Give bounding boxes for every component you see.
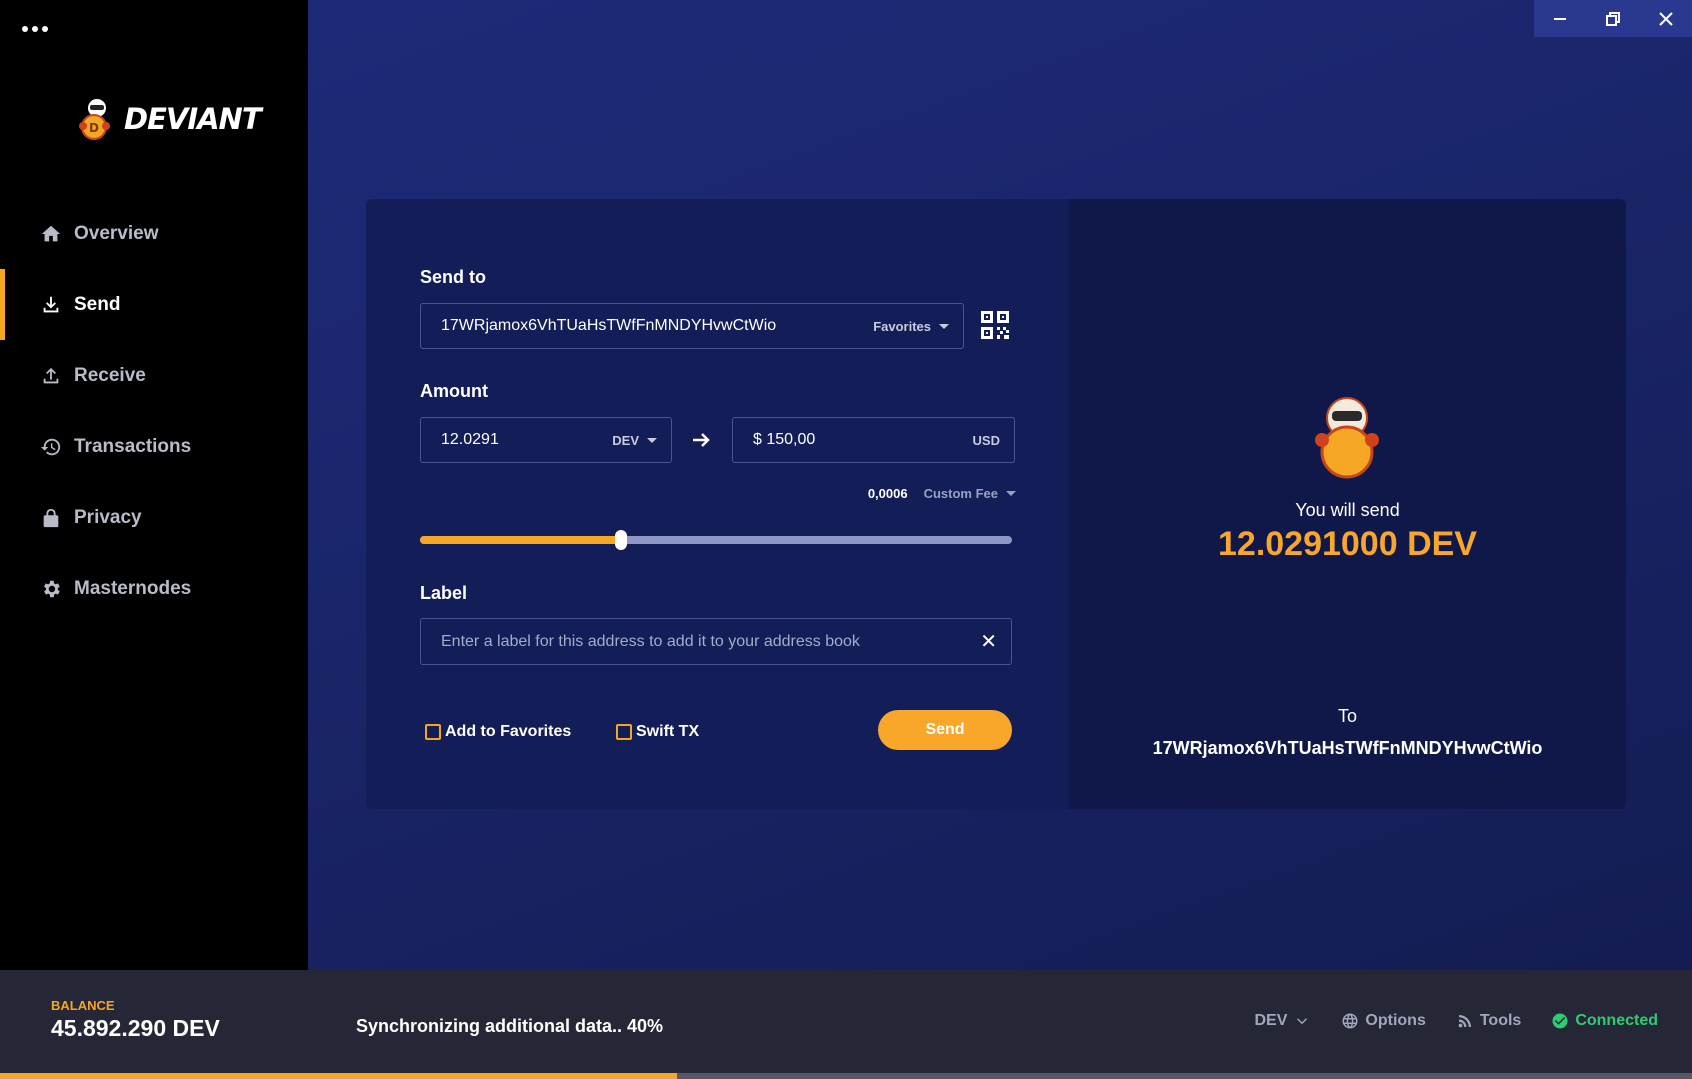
sync-progress-bar xyxy=(0,1073,1692,1079)
fee-mode-label: Custom Fee xyxy=(923,486,998,501)
fee-slider-fill xyxy=(420,536,622,544)
sidebar-item-label: Transactions xyxy=(74,435,192,457)
download-icon xyxy=(40,294,62,316)
sidebar-item-transactions[interactable]: Transactions xyxy=(0,411,308,482)
address-input[interactable]: 17WRjamox6VhTUaHsTWfFnMNDYHvwCtWio Favor… xyxy=(420,303,964,349)
sidebar-item-receive[interactable]: Receive xyxy=(0,340,308,411)
sync-progress-fill xyxy=(0,1073,677,1079)
balance-value: 45.892.290 DEV xyxy=(51,1015,220,1041)
sidebar-item-masternodes[interactable]: Masternodes xyxy=(0,553,308,624)
close-icon[interactable] xyxy=(1639,0,1692,37)
clear-icon[interactable]: ✕ xyxy=(980,632,997,652)
more-menu-icon[interactable] xyxy=(22,22,52,36)
fiat-input[interactable]: $ 150,00 USD xyxy=(732,417,1015,463)
footer-actions: DEV Options Tools Connected xyxy=(1255,1012,1659,1030)
rss-icon xyxy=(1458,1015,1471,1028)
send-amount: 12.0291000 DEV xyxy=(1218,525,1477,563)
globe-icon xyxy=(1342,1013,1358,1029)
qr-code-icon[interactable] xyxy=(980,310,1010,340)
app-logo: D DEVIANT xyxy=(74,94,262,144)
history-icon xyxy=(40,436,62,458)
sidebar: D DEVIANT Overview Send Receive Transact… xyxy=(0,0,308,970)
mascot-logo-icon: D xyxy=(74,96,120,142)
send-summary: You will send 12.0291000 DEV To 17WRjamo… xyxy=(1069,199,1626,809)
currency-label: DEV xyxy=(612,432,639,448)
lock-icon xyxy=(40,507,62,529)
sidebar-item-send[interactable]: Send xyxy=(0,269,308,340)
chevron-down-icon xyxy=(1297,1018,1308,1025)
chevron-down-icon xyxy=(939,323,949,329)
checkbox-icon xyxy=(616,724,632,740)
currency-selector-label: DEV xyxy=(1254,1012,1288,1029)
label-placeholder: Enter a label for this address to add it… xyxy=(441,632,860,650)
send-card: Send to 17WRjamox6VhTUaHsTWfFnMNDYHvwCtW… xyxy=(366,199,1626,809)
options-button[interactable]: Options xyxy=(1341,1012,1426,1030)
favorites-dropdown[interactable]: Favorites xyxy=(873,319,949,334)
amount-value: 12.0291 xyxy=(441,431,499,448)
status-bar: BALANCE 45.892.290 DEV Synchronizing add… xyxy=(0,970,1692,1079)
fee-slider-thumb[interactable] xyxy=(615,530,628,550)
label-field-label: Label xyxy=(420,583,468,603)
svg-text:D: D xyxy=(89,121,99,135)
minimize-icon[interactable] xyxy=(1534,0,1587,37)
checkbox-icon xyxy=(425,724,441,740)
tools-button[interactable]: Tools xyxy=(1456,1012,1521,1030)
you-will-send-label: You will send xyxy=(1295,500,1400,520)
amount-input[interactable]: 12.0291 DEV xyxy=(420,417,672,463)
fiat-currency-label: USD xyxy=(972,432,1000,448)
sidebar-item-label: Privacy xyxy=(74,506,142,528)
label-input[interactable]: Enter a label for this address to add it… xyxy=(420,618,1012,665)
sidebar-item-label: Receive xyxy=(74,364,146,386)
sidebar-item-privacy[interactable]: Privacy xyxy=(0,482,308,553)
fee-value: 0,0006 xyxy=(867,486,908,501)
send-form: Send to 17WRjamox6VhTUaHsTWfFnMNDYHvwCtW… xyxy=(366,199,1069,809)
arrow-right-icon xyxy=(690,429,712,451)
connection-status: Connected xyxy=(1551,1012,1658,1030)
sidebar-item-label: Masternodes xyxy=(74,577,192,599)
send-button[interactable]: Send xyxy=(878,710,1012,750)
chevron-down-icon xyxy=(647,437,657,443)
check-circle-icon xyxy=(1552,1013,1568,1029)
gear-icon xyxy=(40,578,62,600)
add-to-favorites-label: Add to Favorites xyxy=(445,723,572,740)
send-to-label: Send to xyxy=(420,267,486,287)
chevron-down-icon xyxy=(1006,491,1016,496)
tools-label: Tools xyxy=(1479,1012,1522,1029)
sidebar-item-overview[interactable]: Overview xyxy=(0,198,308,269)
fee-slider[interactable] xyxy=(420,530,1012,550)
home-icon xyxy=(40,223,62,245)
fiat-currency: USD xyxy=(973,433,1000,448)
fee-row: 0,0006 Custom Fee xyxy=(766,486,1016,501)
connection-status-label: Connected xyxy=(1575,1012,1658,1029)
window-controls xyxy=(1534,0,1692,37)
add-to-favorites-checkbox[interactable]: Add to Favorites xyxy=(425,723,571,741)
favorites-label: Favorites xyxy=(873,318,931,334)
sync-status-text: Synchronizing additional data.. 40% xyxy=(356,1016,664,1036)
currency-selector[interactable]: DEV xyxy=(1255,1012,1312,1030)
amount-label: Amount xyxy=(420,381,488,401)
balance-label: BALANCE xyxy=(51,998,115,1013)
fiat-value: $ 150,00 xyxy=(753,431,816,448)
brand-name: DEVIANT xyxy=(124,102,262,136)
currency-dropdown[interactable]: DEV xyxy=(612,433,657,448)
sidebar-nav: Overview Send Receive Transactions Priva… xyxy=(0,198,308,624)
to-address: 17WRjamox6VhTUaHsTWfFnMNDYHvwCtWio xyxy=(1152,738,1543,758)
to-label: To xyxy=(1337,706,1357,726)
swift-tx-label: Swift TX xyxy=(636,723,700,740)
sidebar-item-label: Send xyxy=(74,293,121,315)
upload-icon xyxy=(40,365,62,387)
fee-mode-dropdown[interactable]: Custom Fee xyxy=(924,486,1016,501)
restore-icon[interactable] xyxy=(1587,0,1640,37)
address-value: 17WRjamox6VhTUaHsTWfFnMNDYHvwCtWio xyxy=(441,317,777,334)
mascot-icon xyxy=(1312,394,1382,480)
swift-tx-checkbox[interactable]: Swift TX xyxy=(616,723,699,741)
sidebar-item-label: Overview xyxy=(74,222,159,244)
options-label: Options xyxy=(1365,1012,1426,1029)
